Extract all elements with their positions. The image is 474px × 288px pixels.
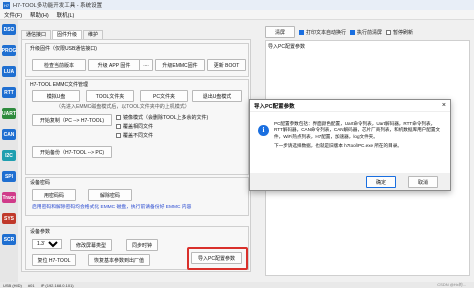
pc-folder-button[interactable]: PC文件夹	[140, 90, 188, 102]
watermark: CSDN @Hx的...	[437, 282, 466, 287]
exec-clear-label: 执行前清屏	[357, 29, 383, 36]
window-title: H7-TOOL多功能开发工具 - 系统设置	[13, 3, 103, 9]
import-dialog: 导入PC配置参数 × i PC配置参数包括：界面颜色配置，Uart命令列表，Ua…	[249, 99, 451, 191]
screen-size-select[interactable]: 1.3寸	[32, 239, 62, 249]
sidebar-btn-spi[interactable]: SPI	[2, 171, 16, 182]
status-ip: IP (192.168.0.101)	[40, 282, 74, 288]
exec-clear-box[interactable]	[350, 29, 356, 35]
sidebar-btn-prog[interactable]: PROG	[2, 45, 16, 56]
password-note: 启用密码和解除密码均会格式化 EMMC 磁盘，执行前请备份好 EMMC 内容	[32, 205, 192, 210]
log-first-line: 导入PC配置参数	[268, 44, 305, 50]
emulate-udisk-button[interactable]: 模拟U盘	[32, 90, 80, 102]
exec-clear-checkbox[interactable]: 执行前清屏	[350, 29, 382, 36]
sidebar-btn-sys[interactable]: SYS	[2, 213, 16, 224]
print-wrap-box[interactable]	[299, 29, 304, 35]
sidebar-btn-trace[interactable]: Trace	[2, 192, 16, 203]
app-icon: H7	[3, 1, 10, 9]
dialog-text-1: PC配置参数包括：界面颜色配置，Uart命令列表，Uart解码器，RTT命令列表…	[274, 121, 441, 139]
left-sidebar: DSO PROG LUA RTT UART CAN I2C SPI Trace SYS SCR	[0, 20, 18, 282]
mirror-mode-box[interactable]	[116, 115, 121, 120]
right-toolbar: 清屏 打印文本自动换行 执行前清屏 暂停刷新	[265, 26, 472, 38]
print-wrap-label: 打印文本自动换行	[306, 29, 347, 36]
mirror-mode-label: 镜像模式（会删除TOOL上多余的文件)	[123, 115, 209, 121]
tool-folder-button[interactable]: TOOL文件夹	[86, 90, 134, 102]
device-group: 设备参数 1.3寸 修改屏幕类型 同步时钟 复位 H7-TOOL 恢复基本参数到…	[25, 226, 249, 270]
check-version-button[interactable]: 检查当前版本	[32, 59, 86, 71]
upgrade-title: 升级固件（仅限USB通信接口)	[30, 46, 97, 52]
dialog-text-2: 下一步请选择数据，也就是旧版本 h7tool\PC.exe 所在的目录。	[274, 143, 402, 149]
password-group: 设备密码 用密码码 解除密码 启用密码和解除密码均会格式化 EMMC 磁盘，执行…	[25, 177, 249, 216]
dialog-ok-button[interactable]: 确定	[366, 176, 396, 188]
set-password-button[interactable]: 用密码码	[32, 189, 76, 201]
emmc-group: H7-TOOL EMMC文件管理 模拟U盘 TOOL文件夹 PC文件夹 退出U盘…	[25, 79, 249, 175]
mirror-mode-checkbox[interactable]: 镜像模式（会删除TOOL上多余的文件)	[116, 114, 208, 121]
sidebar-btn-i2c[interactable]: I2C	[2, 150, 16, 161]
menu-bar: 文件(F) 帮助(H) 联机(L)	[0, 10, 474, 20]
copy-to-tool-button[interactable]: 开始复制（PC --> H7-TOOL)	[32, 114, 112, 126]
overwrite-same-box[interactable]	[116, 124, 121, 129]
upgrade-group: 升级固件（仅限USB通信接口) 检查当前版本 升级 APP 固件 .... 升级…	[25, 43, 249, 77]
status-connection: USB (HID)	[3, 282, 22, 288]
sidebar-btn-scr[interactable]: SCR	[2, 234, 16, 245]
dialog-cancel-button[interactable]: 取消	[408, 176, 438, 188]
print-wrap-checkbox[interactable]: 打印文本自动换行	[299, 29, 346, 36]
dialog-close-icon[interactable]: ×	[442, 102, 446, 109]
overwrite-diff-checkbox[interactable]: 覆盖不同文件	[116, 132, 153, 139]
sidebar-btn-rtt[interactable]: RTT	[2, 87, 16, 98]
backup-to-pc-button[interactable]: 开始备份（H7-TOOL --> PC)	[32, 146, 112, 158]
sidebar-btn-lua[interactable]: LUA	[2, 66, 16, 77]
menu-file[interactable]: 文件(F)	[4, 11, 22, 19]
dialog-title: 导入PC配置参数	[254, 103, 295, 110]
title-bar: H7 H7-TOOL多功能开发工具 - 系统设置	[0, 0, 474, 10]
sidebar-btn-dso[interactable]: DSO	[2, 24, 16, 35]
import-pc-config-button[interactable]: 导入PC配置参数	[191, 252, 242, 264]
restore-defaults-button[interactable]: 恢复基本参数到出厂值	[88, 254, 150, 266]
sync-clock-button[interactable]: 同步时钟	[126, 239, 158, 251]
update-boot-button[interactable]: 更新 BOOT	[207, 59, 246, 71]
menu-help[interactable]: 帮助(H)	[30, 11, 49, 19]
upgrade-emmc-button[interactable]: 升级EMMC固件	[155, 59, 205, 71]
pause-refresh-box[interactable]	[386, 29, 392, 35]
unlock-password-button[interactable]: 解除密码	[88, 189, 132, 201]
pause-refresh-checkbox[interactable]: 暂停刷新	[386, 29, 413, 36]
reset-tool-button[interactable]: 复位 H7-TOOL	[32, 254, 76, 266]
dialog-button-bar: 确定 取消	[250, 173, 450, 190]
menu-online[interactable]: 联机(L)	[57, 11, 75, 19]
overwrite-same-checkbox[interactable]: 覆盖相同文件	[116, 123, 153, 130]
upgrade-app-more-button[interactable]: ....	[139, 59, 153, 71]
tab-bar: 通信接口 固件升级 维护	[21, 30, 104, 40]
upgrade-app-button[interactable]: 升级 APP 固件	[88, 59, 140, 71]
password-title: 设备密码	[30, 180, 51, 186]
info-icon: i	[258, 125, 269, 136]
main-panel: 升级固件（仅限USB通信接口) 检查当前版本 升级 APP 固件 .... 升级…	[21, 39, 251, 272]
emmc-hint: （先进入EMMC磁盘模式后，以TOOL文件夹中的上机模式）	[56, 104, 190, 110]
change-screen-button[interactable]: 修改屏幕类型	[70, 239, 112, 251]
pause-refresh-label: 暂停刷新	[393, 29, 414, 36]
device-title: 设备参数	[30, 229, 51, 235]
exit-udisk-button[interactable]: 退出U盘模式	[192, 90, 242, 102]
sidebar-btn-can[interactable]: CAN	[2, 129, 16, 140]
overwrite-same-label: 覆盖相同文件	[123, 124, 154, 130]
overwrite-diff-label: 覆盖不同文件	[123, 133, 154, 139]
sidebar-btn-uart[interactable]: UART	[2, 108, 16, 119]
emmc-title: H7-TOOL EMMC文件管理	[30, 82, 89, 88]
dialog-header: 导入PC配置参数 ×	[250, 100, 450, 112]
overwrite-diff-box[interactable]	[116, 133, 121, 138]
status-bar: USB (HID) #01 IP (192.168.0.101) CSDN @H…	[0, 282, 474, 288]
clear-screen-button[interactable]: 清屏	[265, 26, 295, 38]
dialog-message: PC配置参数包括：界面颜色配置，Uart命令列表，Uart解码器，RTT命令列表…	[274, 121, 444, 150]
status-port: #01	[27, 282, 35, 288]
